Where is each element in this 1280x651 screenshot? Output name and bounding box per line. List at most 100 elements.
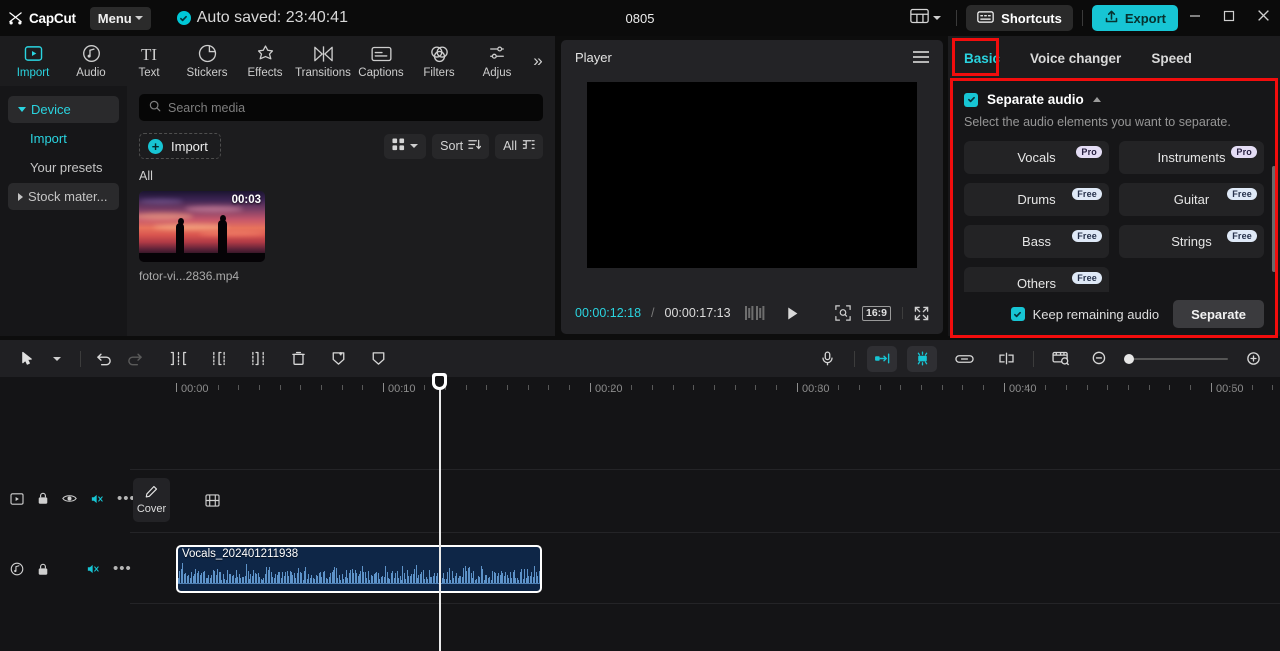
record-voiceover-button[interactable] xyxy=(812,346,842,372)
hide-track-button[interactable] xyxy=(62,493,77,504)
tab-label: Adjus xyxy=(482,66,512,79)
sidebar-item-import[interactable]: Import xyxy=(8,125,119,152)
close-button[interactable] xyxy=(1246,0,1280,36)
tab-effects[interactable]: Effects xyxy=(236,37,294,85)
magnet-snap-button[interactable] xyxy=(907,345,937,372)
menu-button[interactable]: Menu xyxy=(89,6,151,30)
tab-transitions[interactable]: Transitions xyxy=(294,37,352,85)
maximize-icon xyxy=(1223,9,1235,27)
right-panel-scrollbar[interactable] xyxy=(1272,166,1276,272)
media-section-label: All xyxy=(139,169,153,183)
preview-marker-button[interactable] xyxy=(1046,346,1076,372)
separate-audio-header: Separate audio xyxy=(964,92,1264,107)
audio-element-bass[interactable]: Bass Free xyxy=(964,225,1109,258)
tab-adjust[interactable]: Adjus xyxy=(468,37,526,85)
zoom-slider-knob[interactable] xyxy=(1124,353,1134,364)
tab-label: Transitions xyxy=(295,66,351,79)
import-label: Import xyxy=(171,138,208,154)
tab-label: Stickers xyxy=(186,66,228,79)
tab-speed[interactable]: Speed xyxy=(1151,51,1192,66)
maximize-button[interactable] xyxy=(1212,0,1246,36)
tab-import[interactable]: Import xyxy=(4,37,62,85)
sidebar-item-stock-materials[interactable]: Stock mater... xyxy=(8,183,119,210)
audio-element-drums[interactable]: Drums Free xyxy=(964,183,1109,216)
zoom-slider[interactable] xyxy=(1124,353,1228,364)
media-thumbnail: 00:03 xyxy=(139,191,265,262)
filter-button[interactable]: All xyxy=(495,133,543,159)
zoom-out-button[interactable] xyxy=(1084,346,1114,372)
tab-audio[interactable]: Audio xyxy=(62,37,120,85)
minimize-button[interactable] xyxy=(1178,0,1212,36)
auto-cut-button[interactable] xyxy=(867,345,897,372)
lock-track-button[interactable] xyxy=(37,492,49,505)
redo-button[interactable] xyxy=(119,346,149,372)
cover-button[interactable]: Cover xyxy=(133,478,170,522)
search-input[interactable] xyxy=(168,100,533,115)
export-button[interactable]: Export xyxy=(1091,5,1178,31)
player-stage[interactable] xyxy=(587,82,917,268)
link-av-button[interactable] xyxy=(949,346,979,372)
film-icon[interactable] xyxy=(200,490,224,510)
layout-button[interactable] xyxy=(904,4,947,33)
tab-filters[interactable]: Filters xyxy=(410,37,468,85)
shortcuts-button[interactable]: Shortcuts xyxy=(966,5,1073,31)
text-ti-icon: TI xyxy=(137,44,161,64)
keep-remaining-audio-option[interactable]: Keep remaining audio xyxy=(1010,307,1159,322)
grid-view-button[interactable] xyxy=(384,133,427,159)
menu-label: Menu xyxy=(97,10,132,26)
aspect-ratio-button[interactable]: 16:9 xyxy=(861,305,891,321)
separate-button[interactable]: Separate xyxy=(1173,300,1264,328)
tab-stickers[interactable]: Stickers xyxy=(178,37,236,85)
zoom-fit-icon[interactable] xyxy=(835,305,851,321)
adsorption-button[interactable] xyxy=(991,346,1021,372)
audio-element-guitar[interactable]: Guitar Free xyxy=(1119,183,1264,216)
timeline-toolbar xyxy=(0,340,1280,377)
sidebar-item-device[interactable]: Device xyxy=(8,96,119,123)
freeze-frame-button[interactable] xyxy=(323,346,353,372)
sidebar-item-label: Your presets xyxy=(30,160,103,175)
import-media-button[interactable]: + Import xyxy=(139,133,221,159)
properties-tabs: Basic Voice changer Speed xyxy=(948,36,1280,80)
tab-text[interactable]: TI Text xyxy=(120,37,178,85)
play-button[interactable] xyxy=(785,306,800,321)
split-button[interactable] xyxy=(163,346,193,372)
audio-element-label: Guitar xyxy=(1173,192,1210,207)
tool-dropdown-button[interactable] xyxy=(42,346,72,372)
trim-left-button[interactable] xyxy=(203,346,233,372)
mute-track-button[interactable] xyxy=(90,493,104,505)
lock-track-button[interactable] xyxy=(37,563,49,576)
audio-element-vocals[interactable]: Vocals Pro xyxy=(964,141,1109,174)
track-more-button[interactable]: ••• xyxy=(113,561,132,576)
audio-track-header: ••• xyxy=(0,561,132,576)
playhead-handle[interactable] xyxy=(432,373,447,390)
audio-element-instruments[interactable]: Instruments Pro xyxy=(1119,141,1264,174)
select-tool-button[interactable] xyxy=(12,346,42,372)
timeline-ruler[interactable]: 00:00 00:10 00:20 00:30 00:40 00:50 xyxy=(0,377,1280,407)
audio-element-label: Others xyxy=(1016,276,1056,291)
undo-button[interactable] xyxy=(89,346,119,372)
media-item[interactable]: 00:03 fotor-vi...2836.mp4 xyxy=(139,191,265,283)
frames-icon[interactable] xyxy=(744,306,765,320)
tab-basic[interactable]: Basic xyxy=(964,51,1000,66)
ruler-label: 00:50 xyxy=(1216,383,1244,395)
mute-track-button[interactable] xyxy=(86,563,100,575)
chevron-up-icon[interactable] xyxy=(1092,97,1101,102)
zoom-in-button[interactable] xyxy=(1238,346,1268,372)
sidebar-item-your-presets[interactable]: Your presets xyxy=(8,154,119,181)
separate-audio-checkbox[interactable] xyxy=(964,92,978,107)
audio-track-type-icon xyxy=(10,562,24,576)
sort-button[interactable]: Sort xyxy=(432,133,490,159)
hamburger-menu-icon[interactable] xyxy=(913,51,929,63)
keep-remaining-audio-checkbox[interactable] xyxy=(1010,307,1025,321)
search-media-box[interactable] xyxy=(139,94,543,121)
delete-button[interactable] xyxy=(283,346,313,372)
audio-clip[interactable]: Vocals_202401211938 xyxy=(176,545,542,593)
tab-voice-changer[interactable]: Voice changer xyxy=(1030,51,1121,66)
tab-captions[interactable]: Captions xyxy=(352,37,410,85)
fullscreen-icon[interactable] xyxy=(914,306,929,321)
trim-right-button[interactable] xyxy=(243,346,273,372)
mirror-button[interactable] xyxy=(363,346,393,372)
audio-element-strings[interactable]: Strings Free xyxy=(1119,225,1264,258)
chevron-double-right-icon[interactable]: » xyxy=(526,51,550,71)
tab-label: Import xyxy=(16,66,50,79)
